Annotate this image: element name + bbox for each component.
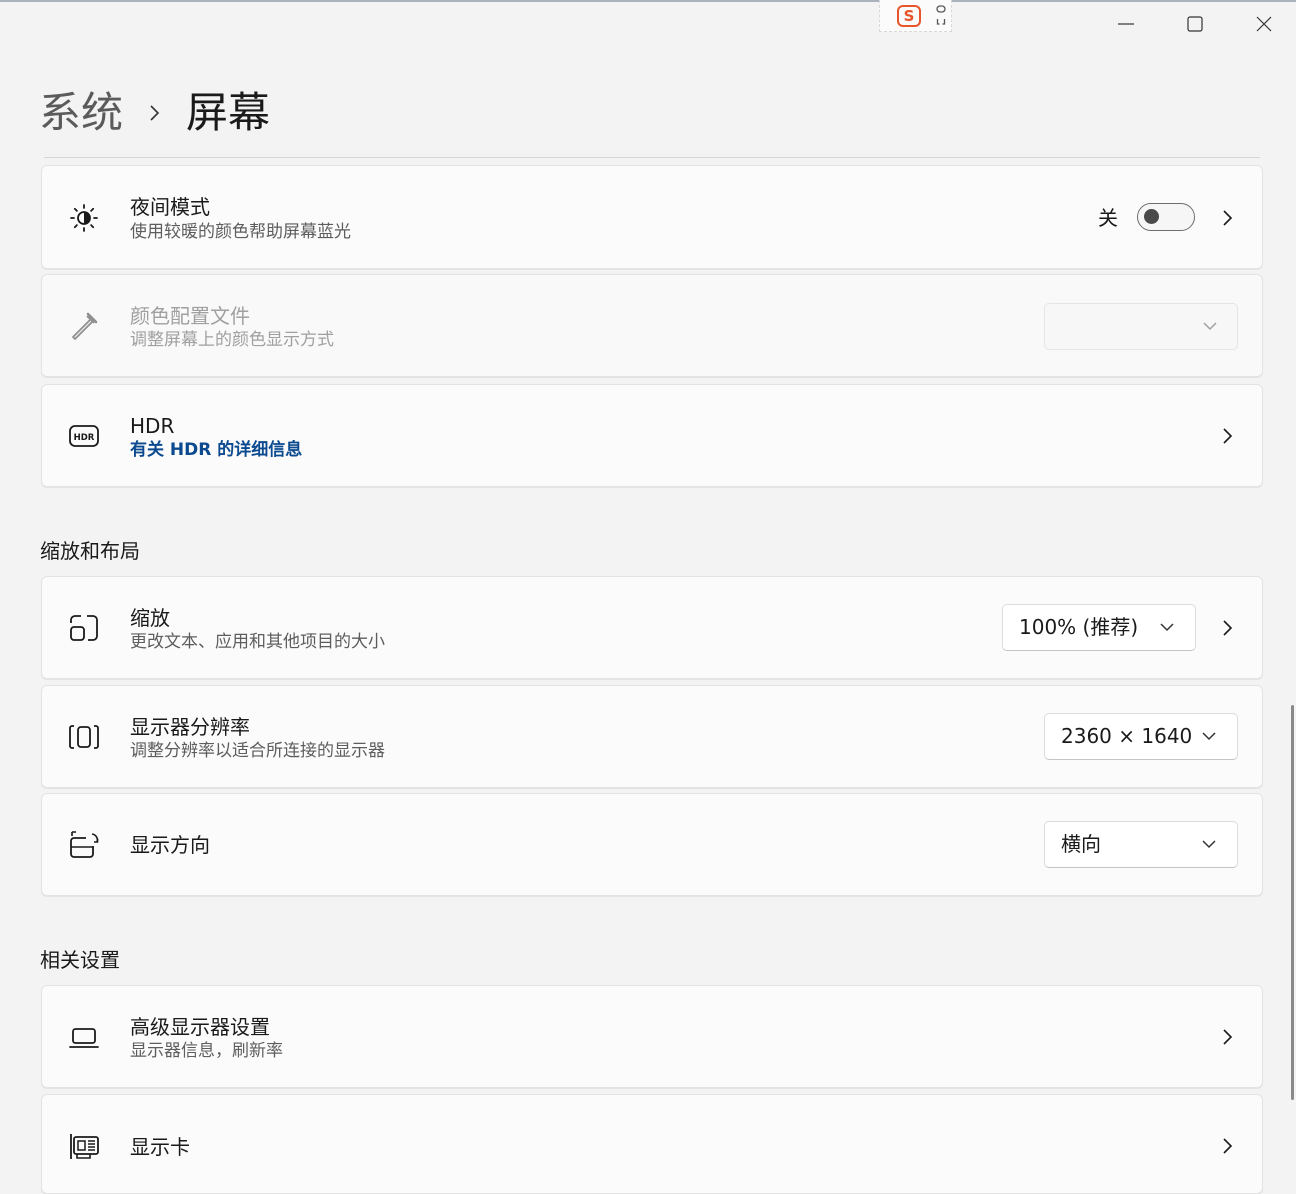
orientation-dropdown[interactable]: 横向 [1044, 821, 1238, 868]
eyedropper-icon [72, 312, 98, 340]
color-profile-title: 颜色配置文件 [130, 304, 250, 328]
close-icon [1256, 16, 1272, 32]
maximize-button[interactable] [1175, 6, 1215, 42]
scale-subtitle: 更改文本、应用和其他项目的大小 [130, 632, 385, 652]
scale-value: 100% (推荐) [1019, 615, 1139, 639]
color-profile-dropdown [1044, 303, 1238, 350]
chevron-down-icon [1160, 623, 1174, 632]
scale-card[interactable]: 缩放 更改文本、应用和其他项目的大小 100% (推荐) [41, 576, 1263, 679]
night-light-card[interactable]: 夜间模式 使用较暖的颜色帮助屏幕蓝光 关 [41, 165, 1263, 269]
toggle-knob [1144, 209, 1159, 224]
ime-menu-icon[interactable] [936, 4, 946, 28]
scale-title: 缩放 [130, 606, 170, 630]
chevron-right-icon [1223, 428, 1233, 444]
monitor-icon [69, 1028, 99, 1048]
night-light-subtitle: 使用较暖的颜色帮助屏幕蓝光 [130, 222, 351, 242]
color-profile-subtitle: 调整屏幕上的颜色显示方式 [130, 330, 334, 350]
graphics-title: 显示卡 [130, 1135, 190, 1159]
minimize-button[interactable] [1106, 6, 1146, 42]
chevron-right-icon [1223, 620, 1233, 636]
hdr-more-info-link[interactable]: 有关 HDR 的详细信息 [130, 439, 302, 461]
hdr-icon: HDR [69, 425, 99, 447]
hdr-title: HDR [130, 414, 175, 438]
page-title: 屏幕 [186, 88, 271, 137]
scale-dropdown[interactable]: 100% (推荐) [1002, 604, 1196, 651]
close-button[interactable] [1244, 6, 1284, 42]
night-light-toggle[interactable] [1137, 203, 1195, 231]
minimize-icon [1118, 23, 1134, 25]
chevron-down-icon [1202, 732, 1216, 741]
advanced-display-title: 高级显示器设置 [130, 1015, 270, 1039]
brightness-icon [70, 204, 98, 232]
orientation-value: 横向 [1061, 832, 1101, 856]
scale-icon [70, 615, 98, 641]
resolution-title: 显示器分辨率 [130, 715, 250, 739]
resolution-value: 2360 × 1640 [1061, 724, 1193, 748]
chevron-right-icon [1223, 1138, 1233, 1154]
chevron-down-icon [1203, 322, 1217, 331]
ime-toolbar[interactable]: S [879, 0, 952, 32]
window-top-border [0, 0, 1296, 2]
chevron-right-icon [1223, 210, 1233, 226]
graphics-card-icon [70, 1134, 99, 1159]
chevron-right-icon [150, 105, 160, 121]
hdr-card[interactable]: HDR HDR 有关 HDR 的详细信息 [41, 384, 1263, 487]
color-profile-card: 颜色配置文件 调整屏幕上的颜色显示方式 [41, 274, 1263, 377]
orientation-title: 显示方向 [130, 833, 210, 857]
graphics-card[interactable]: 显示卡 [41, 1094, 1263, 1194]
resolution-icon [69, 725, 99, 749]
orientation-card[interactable]: 显示方向 横向 [41, 793, 1263, 896]
vertical-scrollbar[interactable] [1291, 705, 1294, 1100]
resolution-card[interactable]: 显示器分辨率 调整分辨率以适合所连接的显示器 2360 × 1640 [41, 685, 1263, 788]
night-light-title: 夜间模式 [130, 195, 210, 219]
section-title-related-settings: 相关设置 [40, 948, 120, 972]
advanced-display-subtitle: 显示器信息，刷新率 [130, 1041, 283, 1061]
svg-text:HDR: HDR [74, 433, 95, 443]
chevron-down-icon [1202, 840, 1216, 849]
sogou-ime-icon[interactable]: S [897, 5, 921, 27]
night-light-state-label: 关 [1098, 206, 1118, 230]
advanced-display-card[interactable]: 高级显示器设置 显示器信息，刷新率 [41, 985, 1263, 1088]
breadcrumb-parent-system[interactable]: 系统 [39, 84, 123, 142]
rotate-screen-icon [70, 831, 99, 858]
section-title-scale-layout: 缩放和布局 [40, 539, 140, 563]
maximize-icon [1187, 16, 1203, 32]
header-divider [44, 157, 1260, 158]
resolution-subtitle: 调整分辨率以适合所连接的显示器 [130, 741, 385, 761]
chevron-right-icon [1223, 1029, 1233, 1045]
resolution-dropdown[interactable]: 2360 × 1640 [1044, 713, 1238, 760]
